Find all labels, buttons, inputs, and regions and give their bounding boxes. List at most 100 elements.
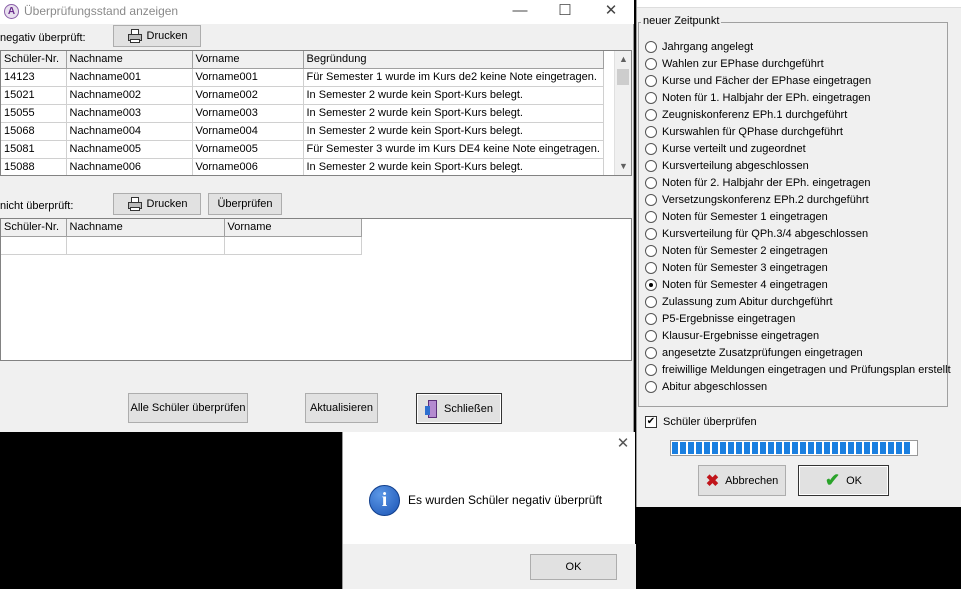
zeitpunkt-option[interactable]: Noten für Semester 1 eingetragen <box>645 208 828 225</box>
print-negative-button[interactable]: Drucken <box>113 25 201 47</box>
radio-button[interactable] <box>645 108 657 121</box>
negative-grid-scrollbar[interactable]: ▲ ▼ <box>614 51 631 175</box>
radio-button[interactable] <box>645 142 657 155</box>
radio-button[interactable] <box>645 329 657 342</box>
zeitpunkt-option[interactable]: freiwillige Meldungen eingetragen und Pr… <box>645 361 951 378</box>
col-header[interactable]: Schüler-Nr. <box>1 219 67 237</box>
table-row[interactable]: 15068 Nachname004 Vorname004 In Semester 2 … <box>1 122 604 141</box>
zeitpunkt-option[interactable]: Kurse verteilt und zugeordnet <box>645 140 806 157</box>
table-row[interactable]: 15021 Nachname002 Vorname002 In Semester 2 … <box>1 86 604 105</box>
table-cell[interactable]: 15088 <box>1 158 67 175</box>
radio-button[interactable] <box>645 363 657 376</box>
table-row[interactable]: 15081 Nachname005 Vorname005 Für Semester 3… <box>1 140 604 159</box>
maximize-button[interactable]: ☐ <box>550 2 580 22</box>
table-cell[interactable]: Vorname004 <box>192 122 304 141</box>
radio-button[interactable] <box>645 380 657 393</box>
table-cell[interactable]: 15021 <box>1 86 67 105</box>
zeitpunkt-option[interactable]: Kurse und Fächer der EPhase eingetragen <box>645 72 871 89</box>
zeitpunkt-option[interactable]: Noten für Semester 2 eingetragen <box>645 242 828 259</box>
radio-button[interactable] <box>645 210 657 223</box>
table-cell[interactable]: 15081 <box>1 140 67 159</box>
pruefen-checkbox-row[interactable]: ✔ Schüler überprüfen <box>645 416 757 428</box>
refresh-button[interactable]: Aktualisieren <box>305 393 378 423</box>
radio-button[interactable] <box>645 295 657 308</box>
table-cell[interactable]: 14123 <box>1 68 67 87</box>
check-button[interactable]: Überprüfen <box>208 193 282 215</box>
check-all-button[interactable]: Alle Schüler überprüfen <box>128 393 248 423</box>
table-row[interactable]: 15055 Nachname003 Vorname003 In Semester 2 … <box>1 104 604 123</box>
table-cell[interactable]: 15068 <box>1 122 67 141</box>
zeitpunkt-option[interactable]: Abitur abgeschlossen <box>645 378 767 395</box>
zeitpunkt-option[interactable]: Noten für Semester 4 eingetragen <box>645 276 828 293</box>
table-cell[interactable]: Nachname005 <box>66 140 193 159</box>
table-cell[interactable] <box>224 236 362 255</box>
table-row[interactable]: 14123 Nachname001 Vorname001 Für Semester 1… <box>1 68 604 87</box>
table-cell[interactable]: Nachname001 <box>66 68 193 87</box>
table-cell[interactable] <box>1 236 67 255</box>
cancel-button[interactable]: ✖ Abbrechen <box>698 465 786 496</box>
zeitpunkt-option[interactable]: Jahrgang angelegt <box>645 38 753 55</box>
zeitpunkt-option[interactable]: Kurswahlen für QPhase durchgeführt <box>645 123 843 140</box>
zeitpunkt-option[interactable]: P5-Ergebnisse eingetragen <box>645 310 795 327</box>
radio-button[interactable] <box>645 125 657 138</box>
radio-button[interactable] <box>645 57 657 70</box>
zeitpunkt-option[interactable]: Zeugniskonferenz EPh.1 durchgeführt <box>645 106 847 123</box>
zeitpunkt-option[interactable]: Wahlen zur EPhase durchgeführt <box>645 55 824 72</box>
table-cell[interactable]: Nachname006 <box>66 158 193 175</box>
ok-button[interactable]: ✔ OK <box>798 465 889 496</box>
table-cell[interactable]: In Semester 2 wurde kein Sport-Kurs bele… <box>303 86 604 105</box>
col-header[interactable]: Begründung <box>303 51 604 69</box>
table-cell[interactable]: Vorname002 <box>192 86 304 105</box>
message-ok-button[interactable]: OK <box>530 554 617 580</box>
zeitpunkt-option[interactable]: Klausur-Ergebnisse eingetragen <box>645 327 819 344</box>
message-close-icon[interactable]: ✕ <box>613 434 633 454</box>
zeitpunkt-option[interactable]: Noten für Semester 3 eingetragen <box>645 259 828 276</box>
scroll-down-icon[interactable]: ▼ <box>615 158 631 175</box>
table-row[interactable] <box>1 236 362 255</box>
col-header[interactable]: Nachname <box>66 219 225 237</box>
table-cell[interactable]: Für Semester 3 wurde im Kurs DE4 keine N… <box>303 140 604 159</box>
radio-button[interactable] <box>645 227 657 240</box>
col-header[interactable]: Vorname <box>224 219 362 237</box>
radio-button[interactable] <box>645 261 657 274</box>
col-header[interactable]: Vorname <box>192 51 304 69</box>
table-cell[interactable]: Nachname004 <box>66 122 193 141</box>
table-cell[interactable]: 15055 <box>1 104 67 123</box>
radio-button[interactable] <box>645 346 657 359</box>
radio-button[interactable] <box>645 176 657 189</box>
radio-button[interactable] <box>645 74 657 87</box>
radio-button[interactable] <box>645 278 657 291</box>
zeitpunkt-option[interactable]: Kursverteilung für QPh.3/4 abgeschlossen <box>645 225 868 242</box>
zeitpunkt-option[interactable]: Noten für 1. Halbjahr der EPh. eingetrag… <box>645 89 871 106</box>
radio-button[interactable] <box>645 244 657 257</box>
close-button[interactable]: Schließen <box>416 393 502 424</box>
table-cell[interactable]: In Semester 2 wurde kein Sport-Kurs bele… <box>303 122 604 141</box>
table-cell[interactable]: Vorname006 <box>192 158 304 175</box>
close-window-button[interactable]: ✕ <box>596 2 626 22</box>
table-cell[interactable]: In Semester 2 wurde kein Sport-Kurs bele… <box>303 104 604 123</box>
table-cell[interactable]: Vorname003 <box>192 104 304 123</box>
table-cell[interactable]: Nachname002 <box>66 86 193 105</box>
minimize-button[interactable]: — <box>505 2 535 22</box>
table-cell[interactable] <box>66 236 225 255</box>
scroll-thumb[interactable] <box>617 69 629 85</box>
col-header[interactable]: Schüler-Nr. <box>1 51 67 69</box>
unchecked-grid[interactable]: Schüler-Nr. Nachname Vorname <box>0 218 632 361</box>
zeitpunkt-option[interactable]: Zulassung zum Abitur durchgeführt <box>645 293 833 310</box>
zeitpunkt-option[interactable]: Noten für 2. Halbjahr der EPh. eingetrag… <box>645 174 871 191</box>
negative-grid[interactable]: Schüler-Nr. Nachname Vorname Begründung … <box>0 50 632 176</box>
radio-button[interactable] <box>645 40 657 53</box>
radio-button[interactable] <box>645 159 657 172</box>
table-cell[interactable]: In Semester 2 wurde kein Sport-Kurs bele… <box>303 158 604 175</box>
radio-button[interactable] <box>645 193 657 206</box>
scroll-up-icon[interactable]: ▲ <box>615 51 631 68</box>
table-cell[interactable]: Vorname005 <box>192 140 304 159</box>
col-header[interactable]: Nachname <box>66 51 193 69</box>
zeitpunkt-option[interactable]: Kursverteilung abgeschlossen <box>645 157 809 174</box>
zeitpunkt-option[interactable]: Versetzungskonferenz EPh.2 durchgeführt <box>645 191 869 208</box>
table-cell[interactable]: Nachname003 <box>66 104 193 123</box>
table-row[interactable]: 15088 Nachname006 Vorname006 In Semester 2 … <box>1 158 604 175</box>
pruefen-checkbox[interactable]: ✔ <box>645 416 657 428</box>
table-cell[interactable]: Vorname001 <box>192 68 304 87</box>
print-unchecked-button[interactable]: Drucken <box>113 193 201 215</box>
